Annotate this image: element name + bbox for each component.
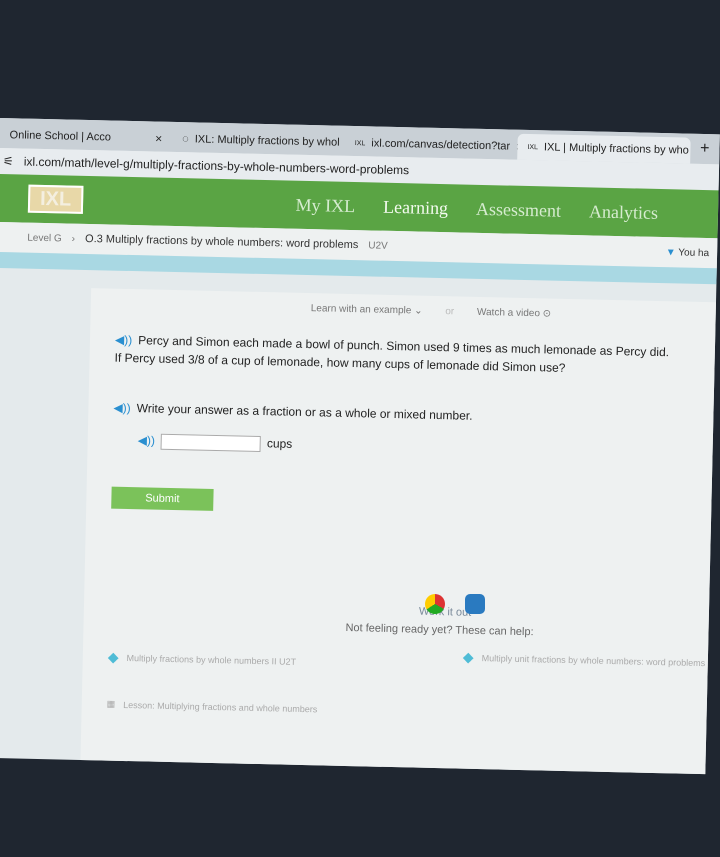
tab-label: IXL | Multiply fractions by who xyxy=(543,141,689,157)
help-prompt: Not feeling ready yet? These can help: xyxy=(345,621,534,639)
help-item-label: Lesson: Multiplying fractions and whole … xyxy=(123,699,318,714)
ixl-favicon-icon: IXL xyxy=(527,143,539,151)
chevron-down-icon: ⌄ xyxy=(414,305,423,317)
skill-title: O.3 Multiply fractions by whole numbers:… xyxy=(84,232,359,252)
skill-code: U2V xyxy=(368,239,388,252)
taskbar xyxy=(425,594,485,614)
submit-button[interactable]: Submit xyxy=(111,486,214,511)
loading-icon: ◌ xyxy=(182,133,189,146)
tab-canvas-detection[interactable]: IXLixl.com/canvas/detection?tar× xyxy=(345,130,518,160)
site-settings-icon[interactable]: ⚟ xyxy=(3,154,14,168)
ixl-favicon-icon: IXL xyxy=(354,139,366,147)
browser-window: Online School | Acco × ◌ IXL: Multiply fra… xyxy=(0,118,720,775)
question-text: Percy and Simon each made a bowl of punc… xyxy=(114,333,670,375)
award-status: ▼ You ha xyxy=(666,247,718,259)
unit-label: cups xyxy=(266,436,293,451)
help-item-skill[interactable]: ◆ Multiply unit fractions by whole number… xyxy=(463,649,706,671)
new-tab-button[interactable]: + xyxy=(690,140,720,165)
diamond-icon: ◆ xyxy=(107,648,119,665)
speaker-icon[interactable]: ◀)) xyxy=(138,433,156,447)
files-icon[interactable] xyxy=(465,594,485,614)
tab-label: ixl.com/canvas/detection?tar xyxy=(371,137,511,153)
help-item-skill[interactable]: ◆ Multiply fractions by whole numbers II … xyxy=(108,649,297,670)
nav-analytics[interactable]: Analytics xyxy=(589,201,658,224)
instruction-text: Write your answer as a fraction or as a … xyxy=(136,401,473,423)
lesson-icon: ▦ xyxy=(106,698,116,709)
chevron-right-icon: › xyxy=(71,233,76,245)
learn-example-link[interactable]: Learn with an example xyxy=(311,303,412,316)
or-text: or xyxy=(445,306,455,318)
help-item-lesson[interactable]: ▦ Lesson: Multiplying fractions and whole… xyxy=(107,699,318,715)
help-item-label: Multiply fractions by whole numbers II U… xyxy=(126,652,297,667)
chrome-icon[interactable] xyxy=(425,594,445,614)
nav-assessment[interactable]: Assessment xyxy=(476,198,561,221)
nav-learning[interactable]: Learning xyxy=(383,196,448,218)
breadcrumb-level[interactable]: Level G xyxy=(27,232,62,244)
practice-panel: Learn with an example ⌄ or Watch a video… xyxy=(80,288,717,775)
watch-video-link[interactable]: Watch a video xyxy=(477,307,540,319)
tab-online-school[interactable]: Online School | Acco × xyxy=(0,122,173,152)
trophy-icon: ▼ xyxy=(665,246,676,258)
speaker-icon[interactable]: ◀)) xyxy=(113,401,131,415)
close-icon[interactable]: × xyxy=(155,132,162,146)
nav-my-ixl[interactable]: My IXL xyxy=(295,194,355,216)
tab-label: Online School | Acco xyxy=(9,129,112,144)
tab-ixl-active[interactable]: IXLIXL | Multiply fractions by who× xyxy=(517,133,691,164)
help-item-label: Multiply unit fractions by whole numbers… xyxy=(481,652,706,668)
tab-ixl-multiply[interactable]: ◌IXL: Multiply fractions by whol× xyxy=(172,126,345,156)
tab-label: IXL: Multiply fractions by whol xyxy=(194,133,340,149)
ixl-logo[interactable]: IXL xyxy=(27,184,84,214)
play-icon: ⊙ xyxy=(542,308,552,320)
diamond-icon: ◆ xyxy=(462,648,474,665)
answer-input[interactable] xyxy=(160,433,262,453)
url-text[interactable]: ixl.com/math/level-g/multiply-fractions-… xyxy=(24,155,410,178)
speaker-icon[interactable]: ◀)) xyxy=(115,333,133,347)
award-text: You ha xyxy=(678,246,710,259)
